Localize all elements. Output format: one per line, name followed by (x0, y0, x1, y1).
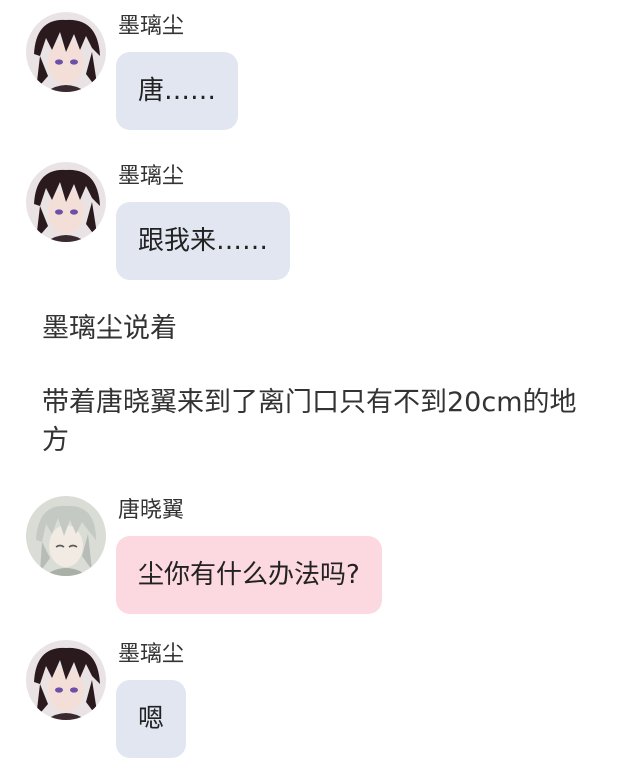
dark-hair-boy-avatar[interactable] (26, 640, 106, 720)
message-bubble[interactable]: 尘你有什么办法吗? (116, 536, 382, 614)
message-bubble[interactable]: 唐…… (116, 52, 239, 130)
grey-hair-boy-avatar[interactable] (26, 496, 106, 576)
narration-line: 带着唐晓翼来到了离门口只有不到20cm的地方 (42, 387, 577, 456)
sender-name: 唐晓翼 (118, 498, 185, 523)
sender-name: 墨璃尘 (118, 642, 185, 667)
sender-name: 墨璃尘 (118, 164, 185, 189)
dark-hair-boy-avatar[interactable] (26, 162, 106, 242)
message-bubble[interactable]: 跟我来…… (116, 202, 291, 280)
dark-hair-boy-avatar[interactable] (26, 12, 106, 92)
narration-line: 墨璃尘说着 (42, 313, 177, 344)
message-bubble[interactable]: 嗯 (116, 680, 187, 758)
sender-name: 墨璃尘 (118, 14, 185, 39)
